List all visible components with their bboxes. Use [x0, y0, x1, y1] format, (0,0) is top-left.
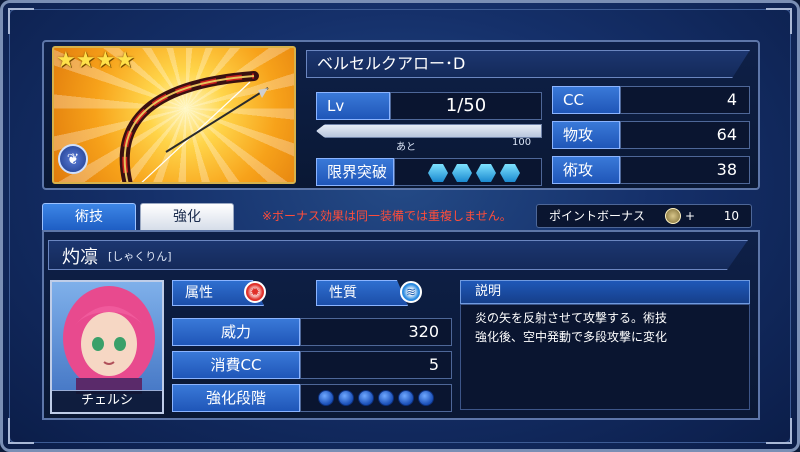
limit-break-gems — [428, 164, 520, 182]
stat-cc-label: CC — [552, 86, 620, 114]
enhance-stage-dot — [338, 390, 354, 406]
limit-gem-icon — [500, 164, 520, 182]
tab-skill[interactable]: 術技 — [42, 203, 136, 231]
power-value: 320 — [300, 318, 452, 346]
fire-element-icon: ✹ — [244, 281, 266, 303]
enhance-stage-dot — [318, 390, 334, 406]
frame-corner-ornament — [8, 418, 34, 444]
cc-cost-label: 消費CC — [172, 351, 300, 379]
frame-corner-ornament — [8, 8, 34, 34]
skill-reading: [しゃくりん] — [108, 250, 172, 263]
character-avatar — [63, 286, 155, 394]
star-icon: ★ — [95, 48, 116, 73]
stat-aatk-value: 38 — [620, 156, 750, 184]
exp-next-value: 100 — [512, 137, 532, 148]
wind-element-icon: ≋ — [400, 281, 422, 303]
level-value: 1/50 — [390, 92, 542, 120]
description-text: 炎の矢を反射させて攻撃する。術技 強化後、空中発動で多段攻撃に変化 — [460, 304, 750, 410]
limit-break-label: 限界突破 — [316, 158, 394, 186]
star-icon: ★ — [115, 48, 135, 73]
enhance-stage-label: 強化段階 — [172, 384, 300, 412]
enhance-stage-dot — [418, 390, 434, 406]
limit-gem-icon — [476, 164, 496, 182]
stat-patk-label: 物攻 — [552, 121, 620, 149]
wing-type-icon: ❦ — [58, 144, 88, 174]
enhance-stage-dot — [358, 390, 374, 406]
stat-cc-value: 4 — [620, 86, 750, 114]
point-bonus-label: ポイントボーナス — [549, 209, 646, 223]
limit-gem-icon — [452, 164, 472, 182]
frame-corner-ornament — [766, 418, 792, 444]
frame-corner-ornament — [766, 8, 792, 34]
weapon-card[interactable]: ★ ★ ★ ★ ❦ — [52, 46, 296, 184]
point-bonus-value: 10 — [723, 209, 739, 223]
character-portrait[interactable]: チェルシ — [50, 280, 164, 414]
enhance-stage-indicators — [318, 390, 434, 406]
character-name: チェルシ — [52, 390, 162, 412]
description-title: 説明 — [460, 280, 750, 304]
exp-progress-bar — [316, 124, 542, 138]
power-label: 威力 — [172, 318, 300, 346]
bonus-warning-note: ※ボーナス効果は同一装備では重複しません。 — [262, 209, 512, 223]
stat-patk-value: 64 — [620, 121, 750, 149]
enhance-stage-dot — [378, 390, 394, 406]
point-bonus-plus: + — [685, 209, 696, 223]
tab-enhance[interactable]: 強化 — [140, 203, 234, 231]
star-icon: ★ — [75, 48, 96, 73]
star-icon: ★ — [56, 48, 76, 73]
limit-gem-icon — [428, 164, 448, 182]
enhance-stage-dot — [398, 390, 414, 406]
exp-next-label: あと — [396, 142, 416, 153]
stat-aatk-label: 術攻 — [552, 156, 620, 184]
level-label: Lv — [316, 92, 390, 120]
nature-label: 性質 — [316, 280, 408, 306]
skill-name: 灼凛 — [62, 247, 98, 268]
bonus-item-icon — [665, 208, 681, 224]
weapon-name: ベルセルクアロー･D — [306, 50, 750, 78]
point-bonus: ポイントボーナス + 10 — [536, 204, 752, 228]
cc-cost-value: 5 — [300, 351, 452, 379]
rarity-stars: ★ ★ ★ ★ — [56, 50, 135, 72]
